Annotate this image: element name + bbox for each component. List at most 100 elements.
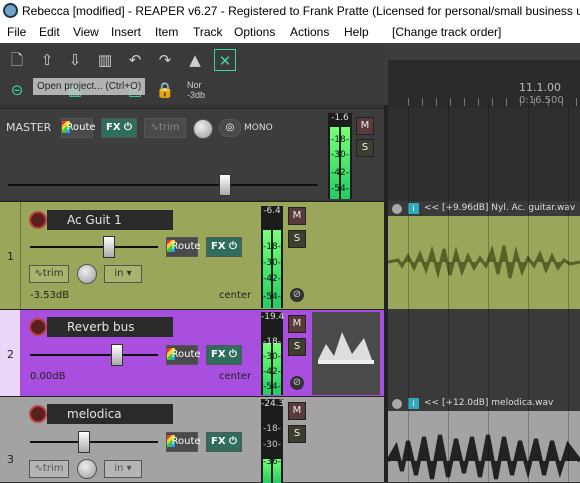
- master-pan-knob[interactable]: [193, 119, 213, 139]
- route-button[interactable]: Route: [166, 345, 201, 365]
- undo-icon[interactable]: ↶: [124, 49, 146, 71]
- volume-fader[interactable]: [111, 344, 123, 366]
- track-name[interactable]: Reverb bus: [47, 317, 173, 337]
- master-peak: -1.6: [331, 113, 349, 123]
- track-meter: -6.4 -18- -30- -42- -54-: [261, 206, 283, 308]
- menu-track[interactable]: Track: [193, 25, 223, 39]
- meter-scale: -42-: [263, 274, 281, 284]
- grid-label-line2: -3db: [187, 90, 206, 100]
- window-title: Rebecca [modified] - REAPER v6.27 - Regi…: [0, 0, 580, 22]
- splitter[interactable]: [384, 105, 388, 482]
- save-project-icon[interactable]: ⇩: [64, 49, 86, 71]
- mute-button[interactable]: M: [288, 207, 306, 225]
- master-fader[interactable]: [219, 174, 231, 196]
- redo-icon[interactable]: ↷: [154, 49, 176, 71]
- new-project-icon[interactable]: 🗋: [6, 49, 28, 71]
- master-solo-button[interactable]: S: [356, 139, 374, 157]
- master-mono-button[interactable]: ◎: [219, 119, 241, 137]
- volume-fader[interactable]: [78, 431, 90, 453]
- fx-thumbnail[interactable]: [312, 312, 380, 395]
- master-route-button[interactable]: Route: [61, 118, 96, 138]
- master-meter: -1.6 -18- -30- -42- -54-: [328, 113, 352, 199]
- phase-icon[interactable]: ⊘: [290, 288, 304, 302]
- track-row: 3 🔈 melodica Route FX ⏻ ∿trim in ▾ -24.3…: [0, 396, 384, 483]
- menu-insert[interactable]: Insert: [111, 25, 141, 39]
- master-lane: [388, 108, 580, 201]
- track-number[interactable]: 2: [0, 310, 20, 396]
- timeline-ruler[interactable]: 11.1.00 0:16.500: [388, 60, 580, 108]
- menu-options[interactable]: Options: [234, 25, 275, 39]
- master-fx-button[interactable]: FX ⏻: [101, 118, 137, 138]
- meter-scale: -42-: [331, 168, 349, 178]
- record-arm-button[interactable]: [29, 211, 47, 229]
- record-arm-button[interactable]: [29, 405, 47, 423]
- meter-scale: -18-: [263, 424, 281, 434]
- item-header[interactable]: i << [+12.0dB] melodica.wav: [388, 396, 580, 411]
- item-info-icon: i: [408, 398, 419, 409]
- volume-value: 0.00dB: [30, 371, 66, 382]
- master-mute-button[interactable]: M: [356, 117, 374, 135]
- meter-scale: -42-: [263, 367, 281, 377]
- track-lane-2: [388, 309, 580, 396]
- meter-scale: -30-: [263, 258, 281, 268]
- phase-icon[interactable]: ⊘: [290, 376, 304, 390]
- meter-scale: -54-: [263, 292, 281, 302]
- waveform: [388, 434, 580, 480]
- menu-bar: File Edit View Insert Item Track Options…: [0, 22, 580, 43]
- grid-setting-label[interactable]: Nor -3db: [187, 80, 205, 100]
- track-meter: -24.3 -18- -30- -36-: [261, 399, 285, 483]
- master-fader-track: [8, 184, 318, 186]
- meter-scale: -18-: [331, 135, 349, 145]
- track-name[interactable]: Ac Guit 1: [47, 210, 173, 230]
- trim-button[interactable]: ∿trim: [29, 265, 69, 283]
- track-number[interactable]: 1: [0, 202, 20, 309]
- menu-help[interactable]: Help: [344, 25, 369, 39]
- ripple-edit-icon[interactable]: ✕: [214, 49, 236, 71]
- trim-button[interactable]: ∿trim: [29, 460, 69, 478]
- menu-actions[interactable]: Actions: [290, 25, 329, 39]
- menu-view[interactable]: View: [73, 25, 99, 39]
- input-select[interactable]: in ▾: [104, 460, 142, 478]
- menu-item[interactable]: Item: [155, 25, 178, 39]
- meter-scale: -30-: [263, 440, 281, 450]
- route-button[interactable]: Route: [166, 237, 201, 257]
- item-volume-knob-icon[interactable]: [392, 204, 402, 214]
- item-header[interactable]: i << [+9.96dB] Nyl. Ac. guitar.wav: [388, 201, 580, 216]
- track-row: 1 🔈 Ac Guit 1 Route FX ⏻ ∿trim in ▾ -3.5…: [0, 201, 384, 309]
- open-project-icon[interactable]: ⇧: [36, 49, 58, 71]
- item-label: << [+9.96dB] Nyl. Ac. guitar.wav: [424, 203, 576, 213]
- peak-value: -24.3: [261, 399, 285, 409]
- track-name[interactable]: melodica: [47, 404, 173, 424]
- pan-knob[interactable]: [77, 459, 97, 479]
- menu-change-track-order[interactable]: [Change track order]: [392, 25, 501, 39]
- fx-button[interactable]: FX ⏻: [206, 432, 242, 452]
- meter-scale: -30-: [263, 352, 281, 362]
- track-number[interactable]: 3: [0, 397, 20, 482]
- lock-icon[interactable]: 🔒: [154, 79, 176, 101]
- mute-button[interactable]: M: [288, 315, 306, 333]
- project-settings-icon[interactable]: ▥: [94, 49, 116, 71]
- fx-button[interactable]: FX ⏻: [206, 345, 242, 365]
- item-info-icon: i: [408, 203, 419, 214]
- pan-knob[interactable]: [77, 264, 97, 284]
- route-button[interactable]: Route: [166, 432, 201, 452]
- item-volume-knob-icon[interactable]: [392, 399, 402, 409]
- fx-button[interactable]: FX ⏻: [206, 237, 242, 257]
- solo-button[interactable]: S: [288, 425, 306, 443]
- menu-file[interactable]: File: [7, 25, 26, 39]
- master-trim-button[interactable]: ∿trim: [144, 118, 186, 138]
- meter-scale: -54-: [331, 184, 349, 194]
- meter-scale: -18-: [263, 337, 281, 347]
- solo-button[interactable]: S: [288, 338, 306, 356]
- menu-edit[interactable]: Edit: [39, 25, 60, 39]
- metronome-icon[interactable]: ▲: [184, 49, 206, 71]
- track-lane-3: i << [+12.0dB] melodica.wav: [388, 396, 580, 482]
- input-select[interactable]: in ▾: [104, 265, 142, 283]
- master-track: MASTER Route FX ⏻ ∿trim ◎ MONO -1.6 -18-…: [0, 108, 384, 200]
- volume-fader-track: [30, 354, 158, 356]
- volume-fader[interactable]: [103, 236, 115, 258]
- link-icon[interactable]: ⊝: [6, 79, 28, 101]
- record-arm-button[interactable]: [29, 318, 47, 336]
- mute-button[interactable]: M: [288, 402, 306, 420]
- solo-button[interactable]: S: [288, 230, 306, 248]
